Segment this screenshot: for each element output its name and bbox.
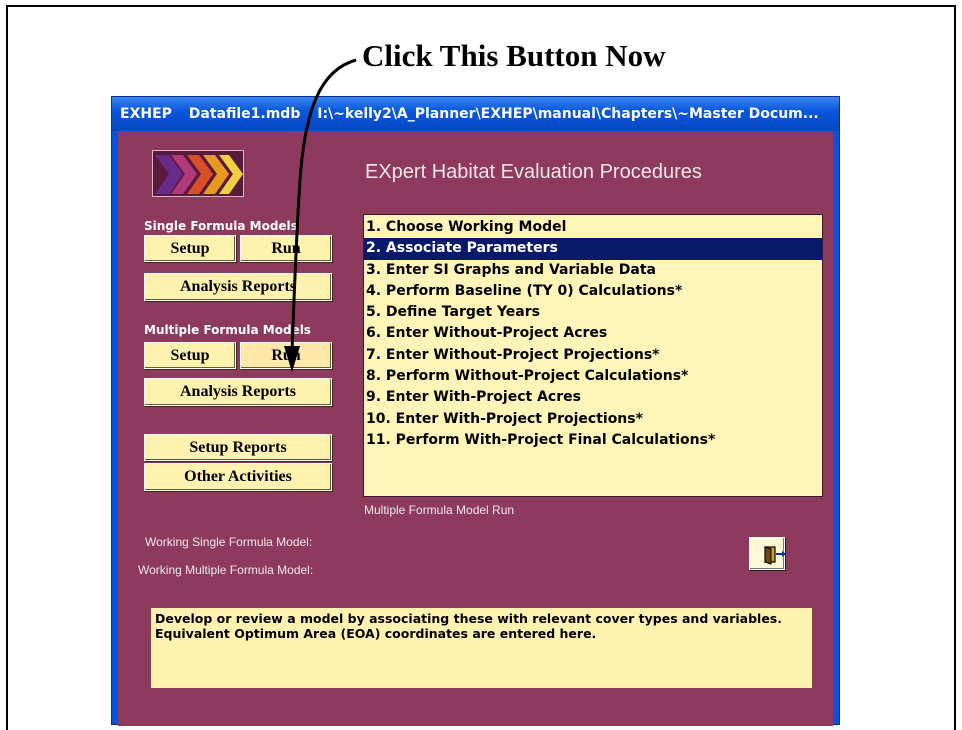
- description-panel: Develop or review a model by associating…: [151, 608, 812, 688]
- list-item[interactable]: 5. Define Target Years: [364, 302, 822, 323]
- list-item[interactable]: 11. Perform With-Project Final Calculati…: [364, 430, 822, 451]
- app-window: EXHEP Datafile1.mdb I:\~kelly2\A_Planner…: [111, 96, 840, 726]
- single-run-button[interactable]: Run: [240, 235, 332, 262]
- list-item[interactable]: 6. Enter Without-Project Acres: [364, 323, 822, 344]
- title-bar[interactable]: EXHEP Datafile1.mdb I:\~kelly2\A_Planner…: [112, 97, 839, 131]
- single-setup-button[interactable]: Setup: [144, 235, 236, 262]
- list-item[interactable]: 3. Enter SI Graphs and Variable Data: [364, 260, 822, 281]
- mode-caption: Multiple Formula Model Run: [364, 503, 515, 517]
- steps-listbox[interactable]: 1. Choose Working Model 2. Associate Par…: [363, 214, 823, 497]
- exit-door-icon: [764, 546, 786, 565]
- other-activities-button[interactable]: Other Activities: [144, 463, 332, 491]
- callout-text: Click This Button Now: [362, 38, 666, 73]
- working-multiple-model-label: Working Multiple Formula Model:: [138, 563, 314, 577]
- list-item[interactable]: 10. Enter With-Project Projections*: [364, 409, 822, 430]
- single-formula-label: Single Formula Models: [144, 219, 298, 233]
- single-analysis-reports-button[interactable]: Analysis Reports: [144, 273, 332, 301]
- working-single-model-label: Working Single Formula Model:: [145, 535, 313, 549]
- multiple-run-button[interactable]: Run: [240, 342, 332, 369]
- multiple-analysis-reports-button[interactable]: Analysis Reports: [144, 378, 332, 406]
- exit-button[interactable]: [749, 537, 786, 570]
- list-item[interactable]: 8. Perform Without-Project Calculations*: [364, 366, 822, 387]
- multiple-formula-label: Multiple Formula Models: [144, 323, 311, 337]
- list-item-selected[interactable]: 2. Associate Parameters: [364, 238, 822, 260]
- list-item[interactable]: 9. Enter With-Project Acres: [364, 387, 822, 408]
- exhep-logo: [152, 150, 244, 197]
- list-item[interactable]: 1. Choose Working Model: [364, 217, 822, 238]
- main-panel: EXpert Habitat Evaluation Procedures Sin…: [118, 131, 833, 726]
- title-path: I:\~kelly2\A_Planner\EXHEP\manual\Chapte…: [317, 106, 819, 122]
- title-file-name: Datafile1.mdb: [188, 106, 301, 122]
- setup-reports-button[interactable]: Setup Reports: [144, 434, 332, 461]
- list-item[interactable]: 7. Enter Without-Project Projections*: [364, 345, 822, 366]
- app-title: EXpert Habitat Evaluation Procedures: [365, 161, 702, 183]
- list-item[interactable]: 4. Perform Baseline (TY 0) Calculations*: [364, 281, 822, 302]
- title-app-name: EXHEP: [120, 106, 172, 122]
- multiple-setup-button[interactable]: Setup: [144, 342, 236, 369]
